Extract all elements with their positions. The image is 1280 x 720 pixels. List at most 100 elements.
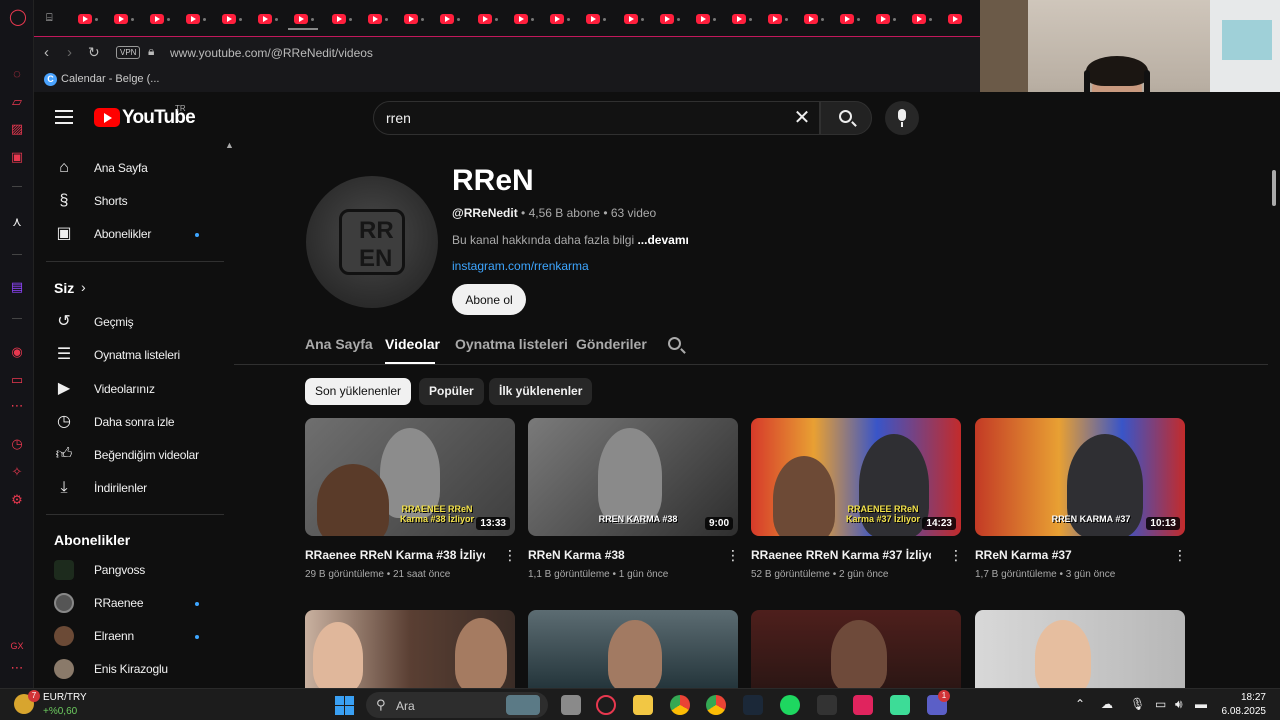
sidebar-item-home[interactable]: ⌂ Ana Sayfa	[46, 151, 226, 185]
tab[interactable]	[618, 8, 648, 30]
tab-playlists[interactable]: Oynatma listeleri	[455, 336, 568, 352]
microphone-tray-icon[interactable]: 🎙︎	[1130, 697, 1145, 711]
search-button[interactable]	[820, 101, 872, 135]
video-title[interactable]: RRaenee RReN Karma #38 İzliyor	[305, 548, 485, 562]
chip-oldest[interactable]: İlk yüklenenler	[489, 378, 593, 405]
channel-search-icon[interactable]	[668, 337, 681, 350]
video-thumbnail[interactable]	[975, 610, 1185, 690]
tab[interactable]	[798, 8, 828, 30]
vpn-badge[interactable]: VPN	[116, 46, 141, 59]
subscription-item[interactable]: Elraenn	[46, 619, 226, 653]
task-view-icon[interactable]	[561, 695, 581, 715]
sidebar-item-playlists[interactable]: ☰ Oynatma listeleri	[46, 338, 226, 372]
wallet-icon[interactable]: ▭	[9, 372, 25, 388]
sidebar-item-history[interactable]: ↺ Geçmiş	[46, 305, 226, 339]
tab-videos[interactable]: Videolar	[385, 336, 440, 352]
video-thumbnail[interactable]: RRAENEE RReN Karma #37 İzliyor 14:23	[751, 418, 961, 536]
tray-app-icon[interactable]: ☁	[1101, 697, 1113, 711]
tab-home[interactable]: Ana Sayfa	[305, 336, 373, 352]
tab[interactable]	[870, 8, 900, 30]
ai-icon[interactable]: ⋏	[9, 214, 25, 230]
tab-posts[interactable]: Gönderiler	[576, 336, 647, 352]
steam-icon[interactable]	[743, 695, 763, 715]
tab[interactable]	[654, 8, 684, 30]
tab[interactable]	[362, 8, 392, 30]
subscribe-button[interactable]: Abone ol	[452, 284, 526, 315]
chip-popular[interactable]: Popüler	[419, 378, 484, 405]
extensions-icon[interactable]: ✧	[9, 464, 25, 480]
video-thumbnail[interactable]	[305, 610, 515, 690]
tab[interactable]	[906, 8, 936, 30]
bookmark-calendar[interactable]: Calendar - Belge (...	[61, 73, 159, 85]
menu-icon[interactable]	[55, 110, 73, 124]
url-field[interactable]: www.youtube.com/@RReNedit/videos	[170, 46, 373, 60]
tab[interactable]	[108, 8, 138, 30]
tab-active[interactable]	[288, 8, 318, 30]
epic-games-icon[interactable]	[817, 695, 837, 715]
channel-link[interactable]: instagram.com/rrenkarma	[452, 259, 589, 273]
tab[interactable]	[252, 8, 282, 30]
channel-description[interactable]: Bu kanal hakkında daha fazla bilgi ...de…	[452, 233, 689, 247]
tab[interactable]	[434, 8, 464, 30]
shopping-icon[interactable]: ▱	[9, 94, 25, 110]
gx-icon[interactable]: GX	[9, 638, 25, 654]
subscription-item[interactable]: Enis Kirazoglu	[46, 652, 226, 686]
more-options-icon[interactable]: ⋮	[1173, 548, 1187, 564]
video-title[interactable]: RRaenee RReN Karma #37 İzliyor	[751, 548, 931, 562]
tab[interactable]	[180, 8, 210, 30]
aria-icon[interactable]: ◌	[9, 66, 25, 82]
tab[interactable]	[544, 8, 574, 30]
sidebar-item-downloads[interactable]: ⤓ İndirilenler	[46, 471, 226, 505]
battery-icon[interactable]: ▬	[1195, 697, 1207, 711]
volume-icon[interactable]: 🔊︎	[1175, 697, 1183, 712]
clear-search-icon[interactable]: ✕	[789, 105, 815, 131]
video-title[interactable]: RReN Karma #38	[528, 548, 708, 562]
tab[interactable]	[690, 8, 720, 30]
tab[interactable]	[580, 8, 610, 30]
app-icon[interactable]	[890, 695, 910, 715]
description-more[interactable]: ...devamı	[637, 233, 688, 247]
tab[interactable]	[472, 8, 502, 30]
tab[interactable]	[216, 8, 246, 30]
taskbar-search[interactable]: ⚲ Ara	[366, 692, 548, 718]
more-options-icon[interactable]: ⋮	[503, 548, 517, 564]
back-icon[interactable]: ‹	[44, 44, 49, 61]
video-thumbnail[interactable]: RREN KARMA #38 9:00	[528, 418, 738, 536]
reload-icon[interactable]: ↻	[88, 44, 100, 61]
twitch-icon[interactable]: ▤	[9, 279, 25, 295]
video-thumbnail[interactable]	[751, 610, 961, 690]
voice-search-button[interactable]	[885, 101, 919, 135]
search-box[interactable]: ✕	[373, 101, 820, 135]
tab[interactable]	[398, 8, 428, 30]
history-side-icon[interactable]: ◷	[9, 436, 25, 452]
sidebar-item-your-videos[interactable]: ▶ Videolarınız	[46, 372, 226, 406]
channel-avatar[interactable]: RR EN	[306, 176, 438, 308]
more-apps-icon[interactable]: ⋯	[9, 398, 25, 414]
file-explorer-icon[interactable]	[633, 695, 653, 715]
subscription-item[interactable]: RRaenee	[46, 586, 226, 620]
subscription-item[interactable]: Pangvoss	[46, 553, 226, 587]
sidebar-item-watch-later[interactable]: ◷ Daha sonra izle	[46, 405, 226, 439]
sidebar-you-heading[interactable]: Siz ›	[54, 279, 114, 300]
page-scrollbar[interactable]	[1272, 170, 1276, 206]
more-options-icon[interactable]: ⋮	[949, 548, 963, 564]
network-icon[interactable]: ▭	[1155, 697, 1166, 711]
windows-start-icon[interactable]	[335, 696, 354, 715]
more-options-icon[interactable]: ⋮	[726, 548, 740, 564]
app-icon[interactable]	[853, 695, 873, 715]
clock-time[interactable]: 18:27	[1222, 692, 1266, 703]
sidebar-item-subscriptions[interactable]: ▣ Abonelikler	[46, 217, 226, 251]
sidebar-scroll-up-icon[interactable]: ▲	[225, 140, 234, 150]
opera-gx-icon[interactable]	[596, 695, 616, 715]
tab[interactable]: ⌸	[42, 8, 72, 30]
opera-logo-icon[interactable]: ◯	[9, 10, 27, 26]
video-thumbnail[interactable]	[528, 610, 738, 690]
sidebar-item-liked[interactable]: 👍︎ Beğendiğim videolar	[46, 438, 226, 472]
tab[interactable]	[726, 8, 756, 30]
video-title[interactable]: RReN Karma #37	[975, 548, 1155, 562]
chrome-icon[interactable]	[670, 695, 690, 715]
settings-icon[interactable]: ⚙	[9, 492, 25, 508]
tab[interactable]	[144, 8, 174, 30]
spotify-icon[interactable]	[780, 695, 800, 715]
youtube-logo-icon[interactable]	[94, 108, 120, 127]
